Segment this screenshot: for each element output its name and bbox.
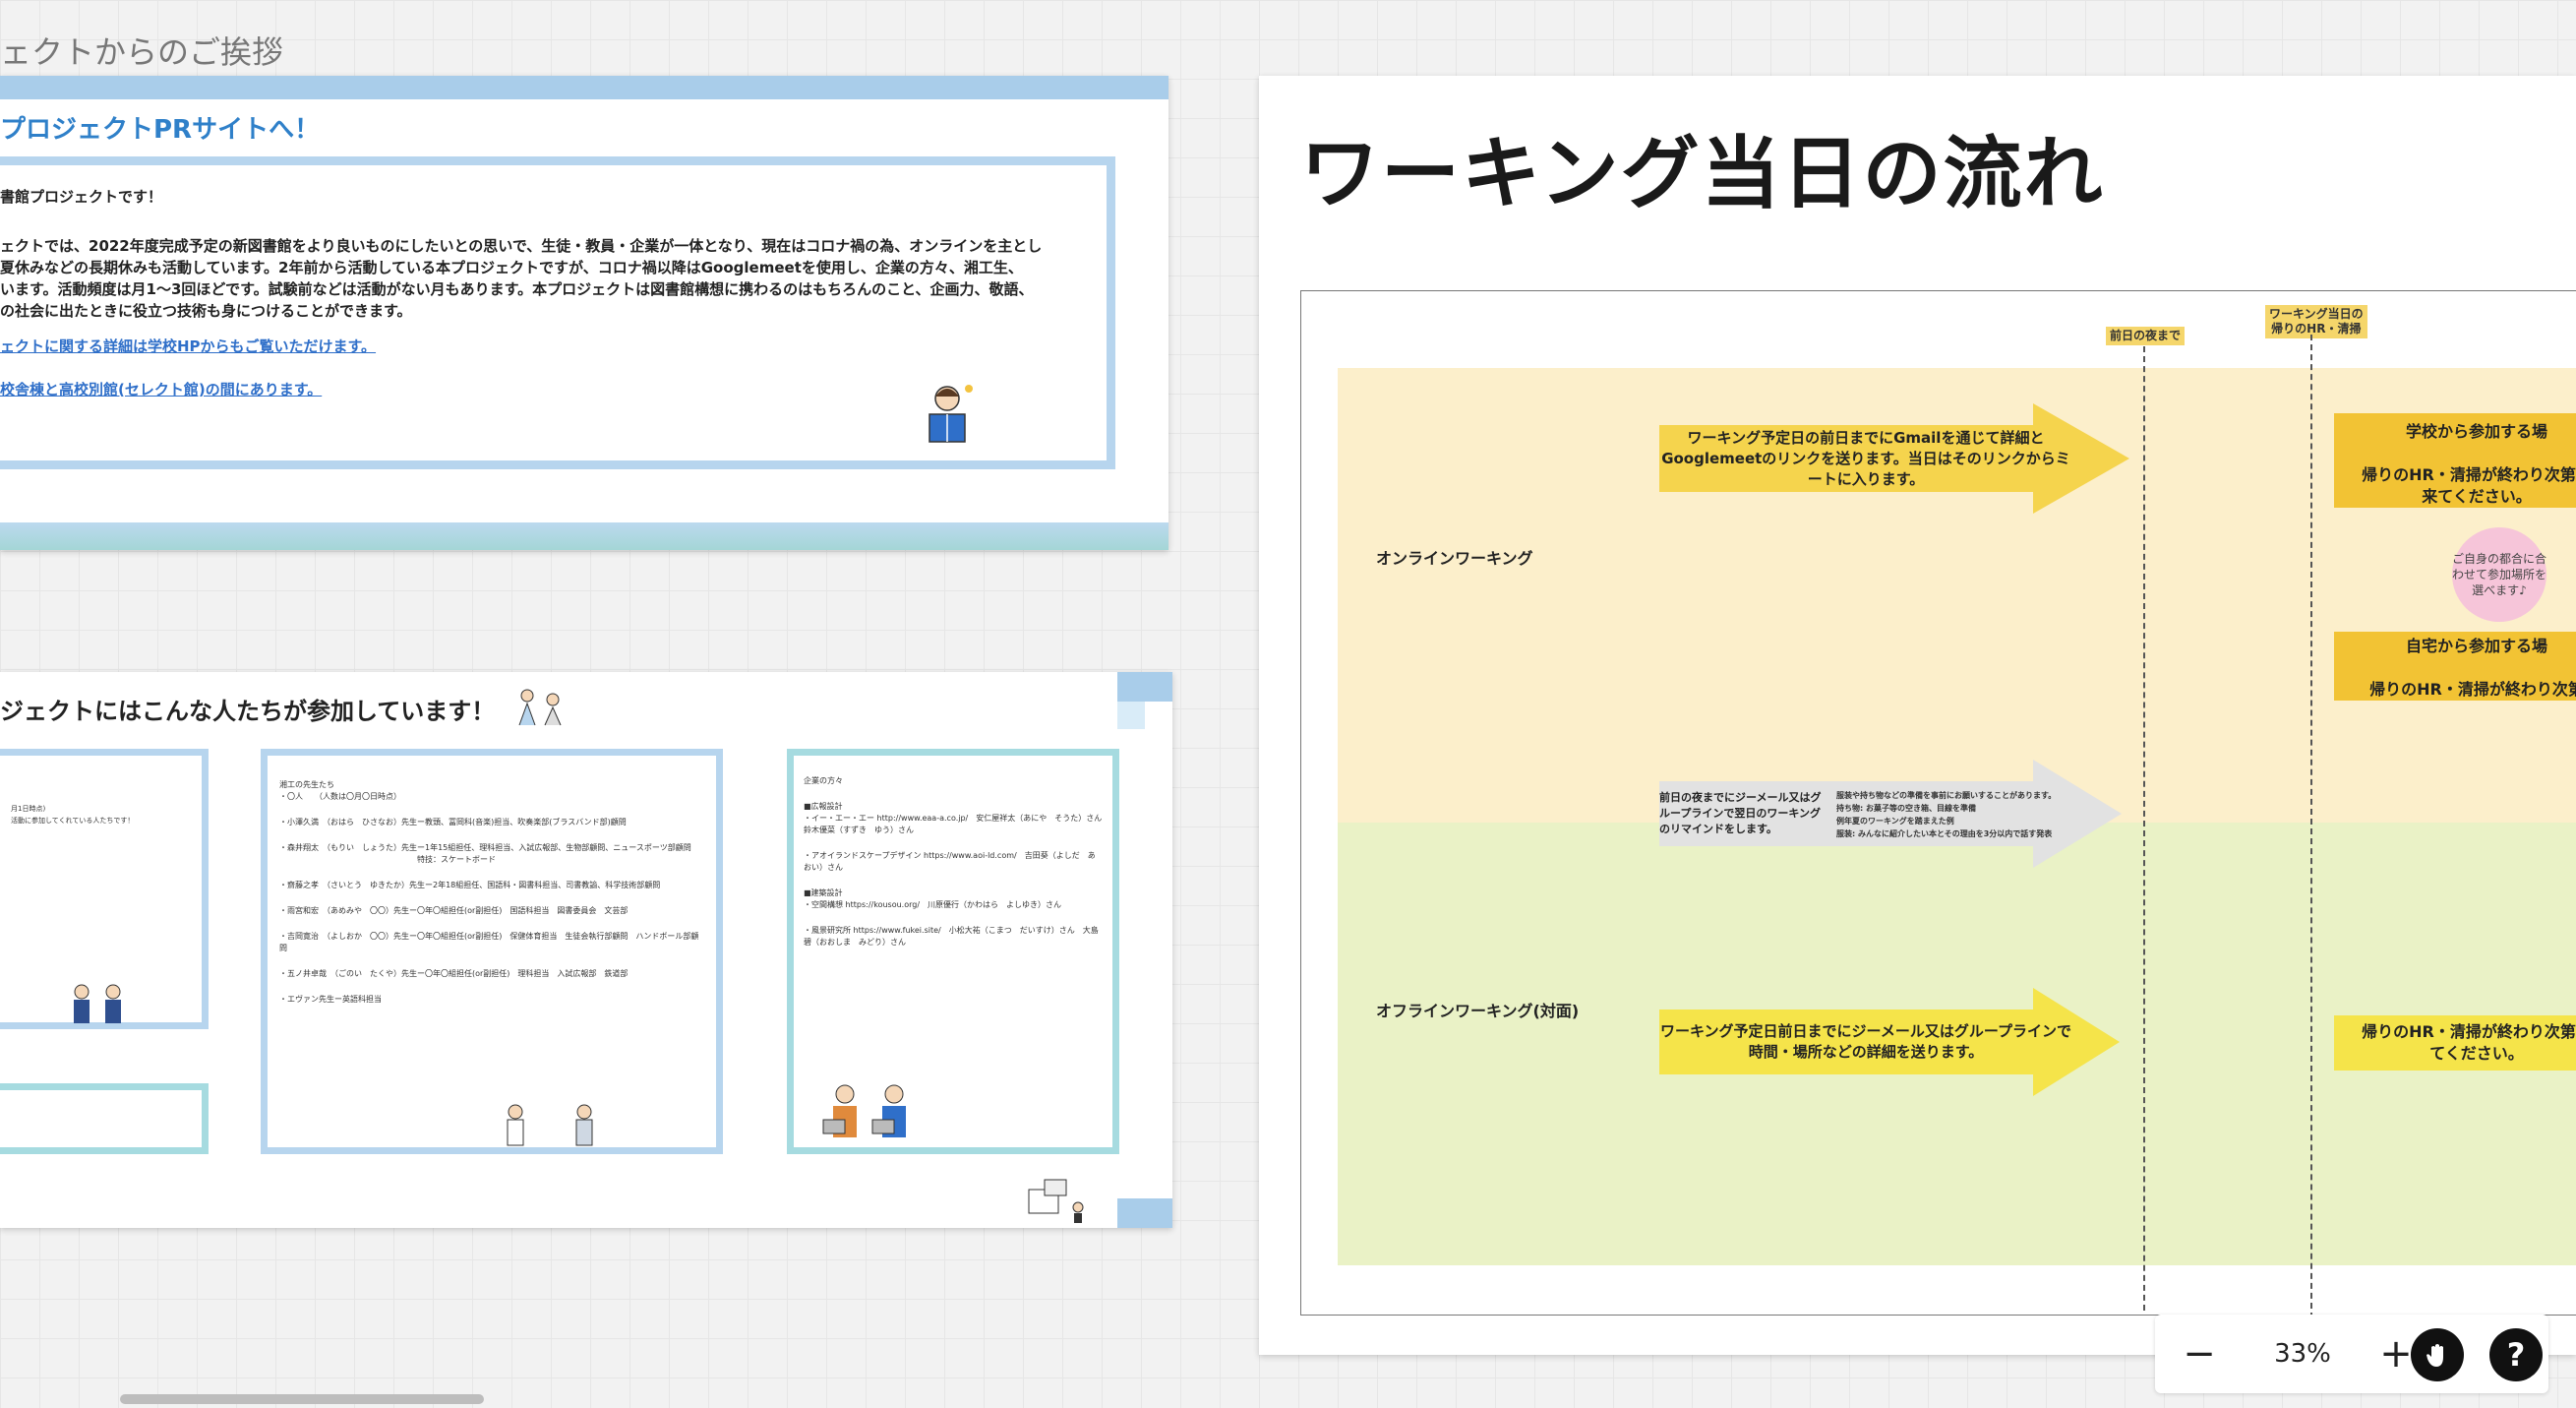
help-button[interactable]: ? — [2489, 1328, 2543, 1381]
card-line: 特技：スケートボード — [417, 855, 496, 864]
slide-title: ジェクトにはこんな人たちが参加しています！ — [0, 698, 496, 725]
card-line: 月1日時点) — [11, 805, 46, 813]
arrow-offline-notice[interactable]: ワーキング予定日前日までにジーメール又はグループラインで時間・場所などの詳細を送… — [1659, 988, 2120, 1096]
card-line: ・アオイランドスケープデザイン https://www.aoi-ld.com/ … — [804, 851, 1096, 872]
reminder-detail-line: 服装: みんなに紹介したい本とその理由を3分以内で話す発表 — [1836, 829, 2053, 838]
help-icon: ? — [2506, 1336, 2526, 1374]
people-illustration — [518, 689, 562, 726]
body-line: います。活動頻度は月1〜3回ほどです。試験前などは活動がない月もあります。本プロ… — [0, 280, 1034, 298]
corner-decoration — [1117, 1198, 1172, 1228]
timeline-tag-working-day: ワーキング当日の 帰りのHR・清掃 — [2265, 305, 2367, 338]
card-line: ・空間構想 https://kousou.org/ 川原優行（かわはら よしゆき… — [804, 900, 1062, 909]
arrow-reminder[interactable]: 前日の夜までにジーメール又はグループラインで翌日のワーキングのリマインドをします… — [1659, 760, 2122, 868]
card-line: ・イー・エー・エー http://www.eaa-a.co.jp/ 安仁屋祥太（… — [804, 814, 1110, 834]
desk-illustration — [1028, 1179, 1084, 1223]
slide-bottom-bar — [0, 522, 1168, 550]
hand-icon — [2426, 1344, 2443, 1367]
card-line: ・風景研究所 https://www.fukei.site/ 小松大祐（こまつ … — [804, 926, 1099, 947]
reminder-detail-line: 服装や持ち物などの準備を事前にお願いすることがあります。 — [1836, 791, 2057, 800]
zoom-toolbar: − 33% + ? — [2155, 1315, 2548, 1393]
workflow-diagram: オンラインワーキング オフラインワーキング(対面) 前日の夜まで ワーキング当日… — [1300, 290, 2576, 1316]
participants-card-teachers: 湘工の先生たち ・〇人 （人数は〇月〇日時点） ・小澤久満 （おはら ひさなお）… — [261, 749, 723, 1154]
horizontal-scrollbar[interactable] — [120, 1394, 484, 1404]
body-line: ェクトでは、2022年度完成予定の新図書館をより良いものにしたいとの思いで、生徒… — [0, 237, 1043, 255]
corner-decoration — [1117, 702, 1145, 729]
card-line: ・〇人 （人数は〇月〇日時点） — [279, 792, 401, 801]
card-line: 湘工の先生たち — [279, 780, 334, 789]
card-line: 活動に参加してくれている人たちです！ — [11, 817, 135, 825]
reminder-detail-line: 例年夏のワーキングを踏まえた例 — [1836, 817, 1954, 826]
card-line: 企業の方々 — [804, 776, 843, 785]
choose-location-note: ご自身の都合に合わせて参加場所を選べます♪ — [2452, 527, 2546, 622]
company-staff-illustration — [822, 1084, 906, 1137]
home-participation-box: 自宅から参加する場 帰りのHR・清掃が終わり次第 — [2334, 632, 2576, 701]
card-line: ・雨宮和宏 （あめみや 〇〇）先生ー〇年〇組担任(or副担任) 国語科担当 図書… — [279, 906, 629, 915]
frame-label: ェクトからのご挨拶 — [0, 33, 284, 71]
timeline-tag-previous-night: 前日の夜まで — [2106, 327, 2186, 345]
timeline-divider — [2143, 346, 2145, 1315]
card-line: ・齋藤之孝 （さいとう ゆきたか）先生ー2年18組担任、国語科・図書科担当、司書… — [279, 881, 661, 889]
slide-title: プロジェクトPRサイトへ！ — [0, 115, 321, 145]
body-line: の社会に出たときに役立つ技術も身につけることができます。 — [0, 302, 412, 320]
slide-top-bar — [0, 76, 1168, 99]
teachers-illustration — [507, 1104, 593, 1146]
body-line: 夏休みなどの長期休みも活動しています。2年前から活動している本プロジェクトですが… — [0, 259, 1023, 276]
participants-card-empty — [0, 1083, 209, 1154]
slide-body: 書館プロジェクトです！ ェクトでは、2022年度完成予定の新図書館をより良いもの… — [0, 186, 1072, 414]
lane-online-label: オンラインワーキング — [1376, 549, 1533, 568]
intro-text: 書館プロジェクトです！ — [0, 188, 163, 206]
slide-greeting[interactable]: プロジェクトPRサイトへ！ 書館プロジェクトです！ ェクトでは、2022年度完成… — [0, 76, 1168, 550]
students-illustration — [74, 984, 121, 1023]
offline-participation-box: 帰りのHR・清掃が終わり次第指 てください。 — [2334, 1015, 2576, 1071]
card-line: ・小澤久満 （おはら ひさなお）先生ー教頭、冨岡科(音楽)担当、吹奏楽部(ブラス… — [279, 818, 627, 826]
reminder-detail-line: 持ち物: お菓子等の空き箱、目線を準備 — [1836, 804, 1976, 813]
timeline-divider — [2310, 335, 2312, 1315]
arrow-text: 前日の夜までにジーメール又はグループラインで翌日のワーキングのリマインドをします… — [1659, 791, 1822, 835]
zoom-out-button[interactable]: − — [2165, 1315, 2234, 1393]
board-title: ワーキング当日の流れ — [1300, 128, 2105, 219]
corner-decoration — [1117, 672, 1172, 702]
card-line: ・森井翔太 （もりい しょうた）先生ー1年15組担任、理科担当、入試広報部、生物… — [279, 843, 691, 852]
school-hp-link[interactable]: ェクトに関する詳細は学校HPからもご覧いただけます。 — [0, 337, 376, 355]
participants-card-companies: 企業の方々 ■広報設計 ・イー・エー・エー http://www.eaa-a.c… — [787, 749, 1119, 1154]
card-line: ・五ノ井卓哉 （ごのい たくや）先生ー〇年〇組担任(or副担任) 理科担当 入試… — [279, 969, 629, 978]
arrow-text: ワーキング予定日の前日までにGmailを通じて詳細とGooglemeetのリンク… — [1661, 428, 2070, 488]
reading-student-illustration — [929, 385, 973, 443]
card-line: ■建築設計 — [804, 888, 843, 897]
location-link[interactable]: 校舎棟と高校別館(セレクト館)の間にあります。 — [0, 381, 322, 398]
card-line: ・吉岡寛治 （よしおか 〇〇）先生ー〇年〇組担任(or副担任) 保健体育担当 生… — [279, 932, 699, 952]
school-participation-box: 学校から参加する場 帰りのHR・清掃が終わり次第指 来てください。 — [2334, 413, 2576, 508]
reminder-details: 服装や持ち物などの準備を事前にお願いすることがあります。 持ち物: お菓子等の空… — [1836, 789, 2092, 840]
card-line: ・エヴァン先生ー英語科担当 — [279, 995, 382, 1004]
hand-tool-button[interactable] — [2411, 1328, 2464, 1381]
workflow-board[interactable]: ワーキング当日の流れ オンラインワーキング オフラインワーキング(対面) 前日の… — [1259, 76, 2576, 1355]
card-line: ■広報設計 — [804, 802, 843, 811]
arrow-text: ワーキング予定日前日までにジーメール又はグループラインで時間・場所などの詳細を送… — [1659, 1022, 2072, 1061]
lane-offline-label: オフラインワーキング(対面) — [1376, 1002, 1580, 1020]
arrow-online-notice[interactable]: ワーキング予定日の前日までにGmailを通じて詳細とGooglemeetのリンク… — [1659, 403, 2129, 514]
participants-card-students: 月1日時点) 活動に参加してくれている人たちです！ — [0, 749, 209, 1029]
slide-participants[interactable]: ジェクトにはこんな人たちが参加しています！ 月1日時点) 活動に参加してくれてい… — [0, 672, 1172, 1228]
zoom-level[interactable]: 33% — [2244, 1315, 2362, 1393]
